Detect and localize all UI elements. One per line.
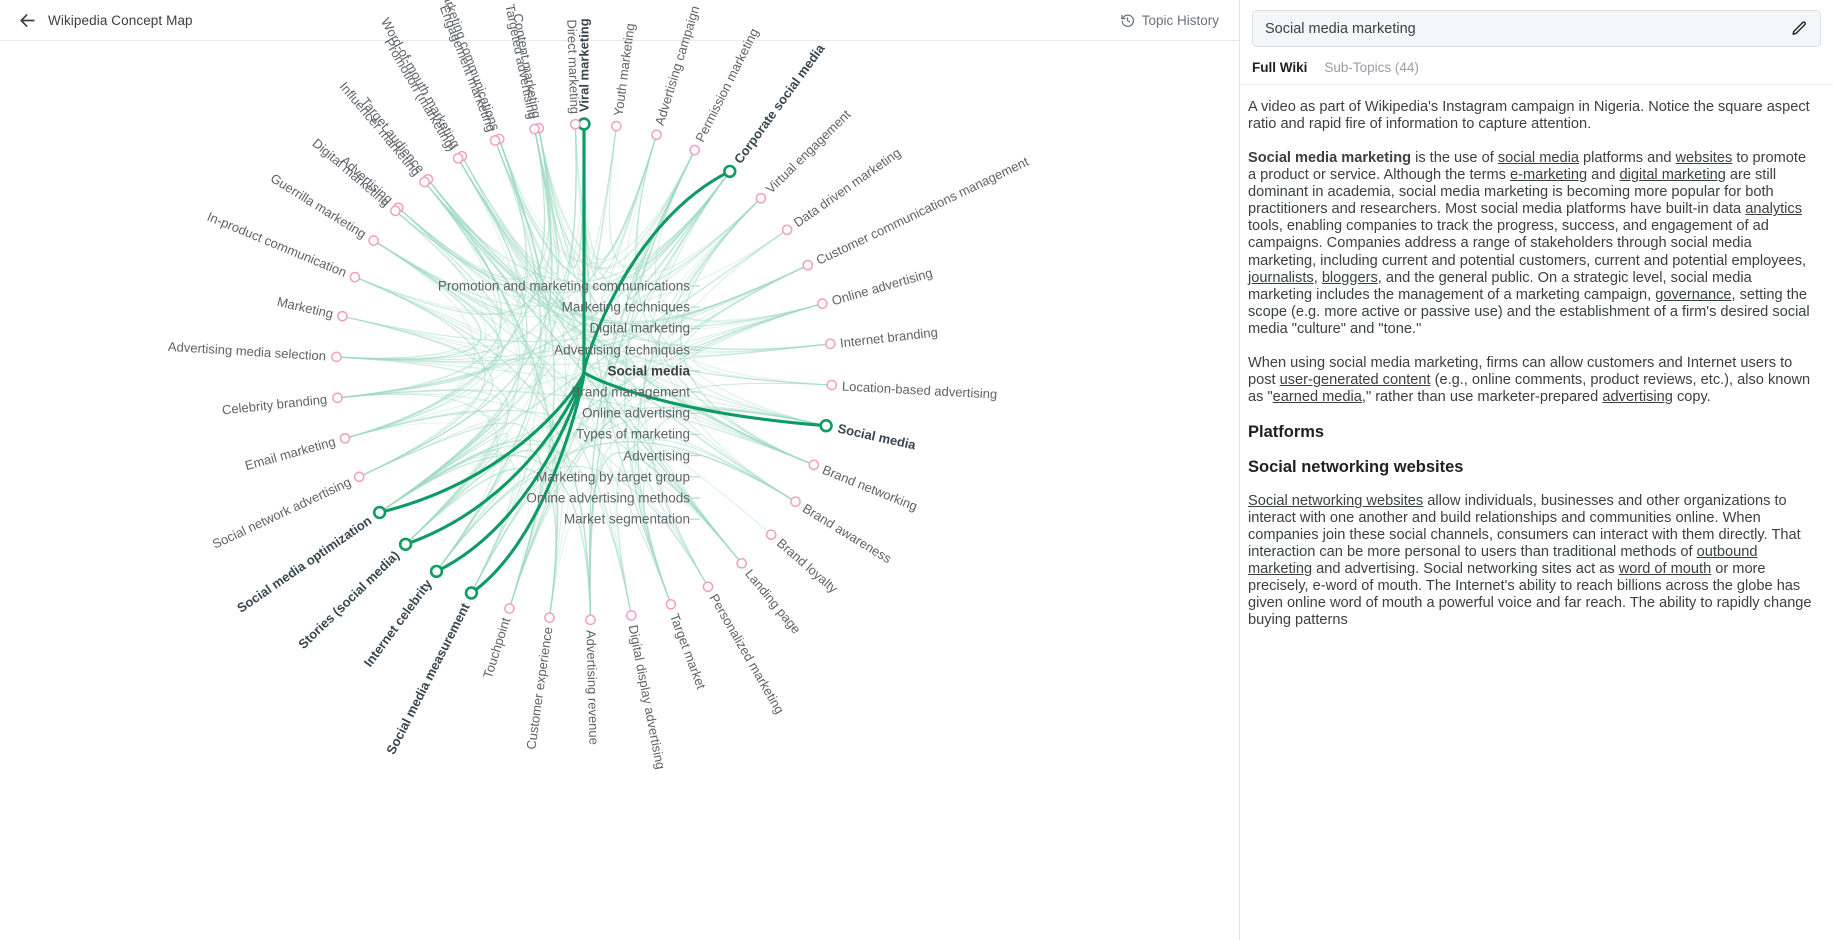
graph-node[interactable] [765, 529, 777, 541]
page-title: Wikipedia Concept Map [48, 12, 193, 28]
sidebar-tabs: Full Wiki Sub-Topics (44) [1240, 47, 1833, 85]
history-icon [1120, 13, 1135, 28]
wiki-link-analytics[interactable]: analytics [1745, 201, 1802, 217]
wiki-sidebar: Social media marketing Full Wiki Sub-Top… [1240, 0, 1833, 940]
graph-node[interactable] [372, 505, 387, 520]
center-item[interactable]: Promotion and marketing communications [438, 279, 690, 293]
graph-edge [337, 389, 503, 514]
center-item[interactable]: Online advertising methods [526, 491, 690, 505]
graph-node[interactable] [819, 419, 833, 433]
graph-node[interactable] [504, 603, 515, 614]
article-paragraph-3: Social networking websites allow individ… [1248, 493, 1812, 629]
sidebar-header: Social media marketing [1240, 0, 1833, 47]
graph-node-label[interactable]: Direct marketing [564, 19, 582, 114]
wiki-link-e-marketing[interactable]: e-marketing [1510, 167, 1587, 183]
graph-node[interactable] [802, 259, 814, 271]
graph-node[interactable] [826, 379, 838, 391]
wiki-link-digital-marketing[interactable]: digital marketing [1620, 167, 1726, 183]
pencil-icon[interactable] [1791, 20, 1808, 37]
topic-title-value: Social media marketing [1265, 20, 1416, 37]
lead-term: Social media marketing [1248, 150, 1412, 167]
graph-edge [344, 410, 490, 513]
graph-node[interactable] [625, 610, 637, 621]
arrow-left-icon[interactable] [14, 7, 40, 33]
graph-node[interactable] [723, 164, 737, 179]
wiki-link-earned-media[interactable]: earned media [1273, 389, 1362, 405]
graph-node[interactable] [332, 392, 343, 404]
center-item[interactable]: Advertising techniques [554, 343, 690, 357]
graph-node[interactable] [390, 205, 401, 217]
concept-map-pane: Wikipedia Concept Map Topic History Prom… [0, 0, 1240, 940]
graph-canvas[interactable]: Promotion and marketing communications Ma… [0, 0, 1239, 940]
graph-node[interactable] [651, 129, 662, 141]
graph-node[interactable] [452, 152, 464, 164]
graph-edge [344, 240, 476, 439]
top-toolbar: Wikipedia Concept Map Topic History [0, 0, 1239, 41]
tab-sub-topics[interactable]: Sub-Topics (44) [1324, 60, 1419, 75]
graph-edge [436, 441, 796, 572]
topic-title-box[interactable]: Social media marketing [1252, 10, 1821, 47]
wiki-link-journalists[interactable]: journalists [1248, 270, 1314, 286]
topic-history-label: Topic History [1141, 12, 1219, 28]
graph-node[interactable] [337, 310, 348, 322]
wiki-link-advertising[interactable]: advertising [1602, 389, 1673, 405]
tab-full-wiki[interactable]: Full Wiki [1252, 60, 1307, 75]
graph-node[interactable] [702, 581, 714, 593]
wiki-link-social-media[interactable]: social media [1498, 150, 1579, 166]
graph-node[interactable] [611, 120, 622, 132]
center-item[interactable]: Marketing techniques [562, 300, 690, 314]
graph-node[interactable] [544, 612, 555, 623]
topic-history-button[interactable]: Topic History [1120, 13, 1225, 28]
graph-node[interactable] [689, 144, 701, 156]
section-heading-platforms: Platforms [1248, 423, 1325, 441]
graph-node[interactable] [790, 496, 801, 507]
graph-node[interactable] [429, 564, 444, 579]
graph-node[interactable] [419, 176, 430, 188]
graph-node[interactable] [368, 235, 380, 246]
graph-node[interactable] [349, 271, 361, 283]
graph-node[interactable] [398, 537, 413, 551]
wiki-link-social-networking-websites[interactable]: Social networking websites [1248, 493, 1423, 509]
wiki-link-bloggers[interactable]: bloggers [1322, 270, 1378, 286]
center-item-selected[interactable]: Social media [607, 364, 690, 378]
graph-node[interactable] [331, 351, 342, 363]
wiki-link-word-of-mouth[interactable]: word of mouth [1619, 561, 1711, 577]
graph-node[interactable] [489, 135, 501, 146]
graph-node[interactable] [353, 471, 365, 483]
article-caption: A video as part of Wikipedia's Instagram… [1248, 99, 1810, 133]
article-paragraph-1: Social media marketing is the use of soc… [1248, 150, 1810, 337]
graph-node[interactable] [585, 614, 596, 626]
graph-node[interactable] [529, 123, 540, 135]
article-paragraph-2: When using social media marketing, firms… [1248, 354, 1811, 405]
graph-node[interactable] [339, 432, 351, 444]
graph-node[interactable] [817, 298, 828, 309]
graph-node[interactable] [808, 459, 820, 471]
graph-node[interactable] [569, 118, 581, 130]
graph-node[interactable] [736, 558, 748, 569]
graph-node[interactable] [825, 338, 836, 350]
center-item[interactable]: Brand management [571, 385, 690, 399]
center-item[interactable]: Online advertising [582, 406, 690, 420]
section-heading-social-networking-websites: Social networking websites [1248, 458, 1464, 476]
wiki-link-websites[interactable]: websites [1676, 150, 1733, 166]
app-root: Wikipedia Concept Map Topic History Prom… [0, 0, 1833, 940]
wiki-article-body[interactable]: A video as part of Wikipedia's Instagram… [1240, 85, 1833, 940]
graph-node[interactable] [665, 598, 677, 610]
center-item[interactable]: Market segmentation [564, 512, 690, 526]
graph-edge [379, 126, 617, 513]
center-item[interactable]: Digital marketing [589, 322, 690, 336]
graph-node-label[interactable]: Advertising revenue [583, 630, 601, 745]
graph-node[interactable] [781, 224, 793, 236]
center-item[interactable]: Types of marketing [576, 428, 690, 442]
wiki-link-governance[interactable]: governance [1655, 287, 1731, 303]
center-item[interactable]: Advertising [623, 449, 690, 463]
center-item[interactable]: Marketing by target group [536, 470, 690, 484]
graph-node[interactable] [464, 586, 479, 600]
graph-node[interactable] [755, 192, 767, 204]
wiki-link-user-generated-content[interactable]: user-generated content [1280, 372, 1431, 388]
